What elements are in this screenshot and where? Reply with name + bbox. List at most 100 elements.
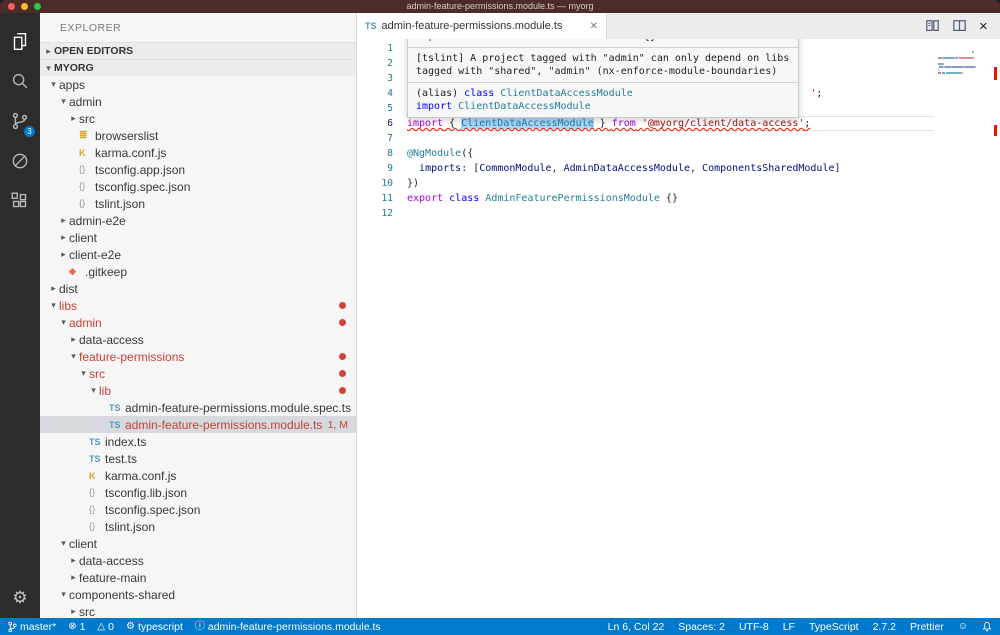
tree-file-karma.conf.js[interactable]: Kkarma.conf.js bbox=[40, 467, 356, 484]
tab-close-icon[interactable]: ✕ bbox=[590, 21, 598, 32]
tree-item-label: .gitkeep bbox=[85, 265, 127, 279]
chevron-down-icon[interactable]: ▾ bbox=[88, 385, 99, 396]
source-control-icon[interactable]: 3 bbox=[0, 101, 40, 141]
statusbar-active-file-info[interactable]: ⓘadmin-feature-permissions.module.ts bbox=[195, 618, 381, 635]
tab-label: admin-feature-permissions.module.ts bbox=[382, 20, 563, 32]
chevron-down-icon[interactable]: ▾ bbox=[48, 79, 59, 90]
chevron-down-icon[interactable]: ▾ bbox=[58, 317, 69, 328]
chevron-down-icon[interactable]: ▾ bbox=[58, 589, 69, 600]
tree-folder-admin-e2e[interactable]: ▸admin-e2e bbox=[40, 212, 356, 229]
split-editor-icon[interactable] bbox=[952, 19, 967, 33]
chevron-right-icon[interactable]: ▸ bbox=[68, 334, 79, 345]
tree-file-tsconfig.spec.json[interactable]: {}tsconfig.spec.json bbox=[40, 178, 356, 195]
code-line-11[interactable]: 11export class AdminFeaturePermissionsMo… bbox=[357, 191, 1000, 206]
minimize-window-button[interactable] bbox=[21, 3, 28, 10]
chevron-down-icon[interactable]: ▾ bbox=[68, 351, 79, 362]
tree-file-index.ts[interactable]: TSindex.ts bbox=[40, 433, 356, 450]
close-editor-icon[interactable]: ✕ bbox=[979, 20, 988, 33]
explorer-icon[interactable] bbox=[0, 21, 40, 61]
line-number: 12 bbox=[357, 206, 407, 221]
chevron-right-icon: ▸ bbox=[43, 46, 54, 57]
tree-folder-lib[interactable]: ▾lib bbox=[40, 382, 356, 399]
statusbar-feedback[interactable]: ☺ bbox=[958, 618, 968, 635]
code-line-6[interactable]: 6import { ClientDataAccessModule } from … bbox=[357, 116, 1000, 131]
tree-folder-libs[interactable]: ▾libs bbox=[40, 297, 356, 314]
tree-folder-client[interactable]: ▸client bbox=[40, 229, 356, 246]
statusbar-indentation[interactable]: Spaces: 2 bbox=[678, 618, 725, 635]
chevron-right-icon[interactable]: ▸ bbox=[58, 249, 69, 260]
tree-folder-admin[interactable]: ▾admin bbox=[40, 93, 356, 110]
code-line-12[interactable]: 12 bbox=[357, 206, 1000, 221]
code-line-text: import { ClientDataAccessModule } from '… bbox=[407, 116, 934, 131]
statusbar-warnings[interactable]: △0 bbox=[97, 618, 114, 635]
statusbar-formatter[interactable]: Prettier bbox=[910, 618, 944, 635]
close-window-button[interactable] bbox=[8, 3, 15, 10]
cursor-position-label: Ln 6, Col 22 bbox=[608, 621, 665, 633]
statusbar-notifications[interactable] bbox=[982, 618, 992, 635]
tree-folder-dist[interactable]: ▸dist bbox=[40, 280, 356, 297]
chevron-right-icon[interactable]: ▸ bbox=[68, 113, 79, 124]
tree-folder-src[interactable]: ▸src bbox=[40, 110, 356, 127]
open-changes-icon[interactable] bbox=[925, 19, 940, 33]
tree-folder-client[interactable]: ▾client bbox=[40, 535, 356, 552]
statusbar-git-branch[interactable]: master* bbox=[8, 618, 56, 635]
tree-folder-admin[interactable]: ▾admin bbox=[40, 314, 356, 331]
extensions-icon[interactable] bbox=[0, 181, 40, 221]
code-line-10[interactable]: 10}) bbox=[357, 176, 1000, 191]
search-icon[interactable] bbox=[0, 61, 40, 101]
chevron-down-icon[interactable]: ▾ bbox=[58, 538, 69, 549]
chevron-down-icon[interactable]: ▾ bbox=[48, 300, 59, 311]
tree-folder-components-shared[interactable]: ▾components-shared bbox=[40, 586, 356, 603]
statusbar-errors[interactable]: ⊗1 bbox=[68, 618, 85, 635]
chevron-down-icon[interactable]: ▾ bbox=[58, 96, 69, 107]
statusbar-typescript-version[interactable]: 2.7.2 bbox=[873, 618, 896, 635]
line-number: 4 bbox=[357, 86, 407, 101]
settings-gear-icon[interactable]: ⚙ bbox=[12, 588, 27, 608]
tree-file-browserslist[interactable]: ≣browserslist bbox=[40, 127, 356, 144]
tree-file-tsconfig.spec.json[interactable]: {}tsconfig.spec.json bbox=[40, 501, 356, 518]
tab-admin-feature-permissions-module[interactable]: TS admin-feature-permissions.module.ts ✕ bbox=[357, 13, 607, 39]
tree-file-tsconfig.app.json[interactable]: {}tsconfig.app.json bbox=[40, 161, 356, 178]
tree-file-.gitkeep[interactable]: ◆.gitkeep bbox=[40, 263, 356, 280]
tree-file-tslint.json[interactable]: {}tslint.json bbox=[40, 518, 356, 535]
maximize-window-button[interactable] bbox=[34, 3, 41, 10]
squares-icon bbox=[9, 190, 31, 212]
tree-item-label: dist bbox=[59, 282, 78, 296]
tree-folder-feature-main[interactable]: ▸feature-main bbox=[40, 569, 356, 586]
tree-file-karma.conf.js[interactable]: Kkarma.conf.js bbox=[40, 144, 356, 161]
code-line-8[interactable]: 8@NgModule({ bbox=[357, 146, 1000, 161]
open-editors-header[interactable]: ▸ OPEN EDITORS bbox=[40, 42, 356, 59]
tree-folder-data-access[interactable]: ▸data-access bbox=[40, 331, 356, 348]
tree-file-tslint.json[interactable]: {}tslint.json bbox=[40, 195, 356, 212]
chevron-right-icon[interactable]: ▸ bbox=[58, 232, 69, 243]
debug-icon[interactable] bbox=[0, 141, 40, 181]
editor-body[interactable]: 1234 ';56import { ClientDataAccessModule… bbox=[357, 39, 1000, 618]
statusbar-language-mode[interactable]: TypeScript bbox=[809, 618, 859, 635]
chevron-down-icon[interactable]: ▾ bbox=[78, 368, 89, 379]
chevron-right-icon[interactable]: ▸ bbox=[58, 215, 69, 226]
tree-folder-apps[interactable]: ▾apps bbox=[40, 76, 356, 93]
chevron-right-icon[interactable]: ▸ bbox=[68, 606, 79, 617]
code-line-9[interactable]: 9 imports: [CommonModule, AdminDataAcces… bbox=[357, 161, 1000, 176]
tree-file-admin-feature-permissions.module.spec.ts[interactable]: TSadmin-feature-permissions.module.spec.… bbox=[40, 399, 356, 416]
tree-file-admin-feature-permissions.module.ts[interactable]: TSadmin-feature-permissions.module.ts1, … bbox=[40, 416, 356, 433]
tree-folder-feature-permissions[interactable]: ▾feature-permissions bbox=[40, 348, 356, 365]
chevron-right-icon[interactable]: ▸ bbox=[68, 555, 79, 566]
tree-file-test.ts[interactable]: TStest.ts bbox=[40, 450, 356, 467]
tree-folder-data-access[interactable]: ▸data-access bbox=[40, 552, 356, 569]
minimap[interactable] bbox=[938, 42, 982, 78]
chevron-right-icon[interactable]: ▸ bbox=[68, 572, 79, 583]
tree-item-label: tslint.json bbox=[105, 520, 155, 534]
overview-ruler-error-mark bbox=[994, 67, 997, 80]
statusbar-typescript-status[interactable]: ⚙typescript bbox=[126, 618, 183, 635]
tree-folder-client-e2e[interactable]: ▸client-e2e bbox=[40, 246, 356, 263]
statusbar-eol[interactable]: LF bbox=[783, 618, 795, 635]
tree-folder-src[interactable]: ▸src bbox=[40, 603, 356, 618]
code-line-7[interactable]: 7 bbox=[357, 131, 1000, 146]
chevron-right-icon[interactable]: ▸ bbox=[48, 283, 59, 294]
statusbar-cursor-position[interactable]: Ln 6, Col 22 bbox=[608, 618, 665, 635]
statusbar-encoding[interactable]: UTF-8 bbox=[739, 618, 769, 635]
tree-folder-src[interactable]: ▾src bbox=[40, 365, 356, 382]
tree-file-tsconfig.lib.json[interactable]: {}tsconfig.lib.json bbox=[40, 484, 356, 501]
project-section-header[interactable]: ▾ MYORG bbox=[40, 59, 356, 76]
